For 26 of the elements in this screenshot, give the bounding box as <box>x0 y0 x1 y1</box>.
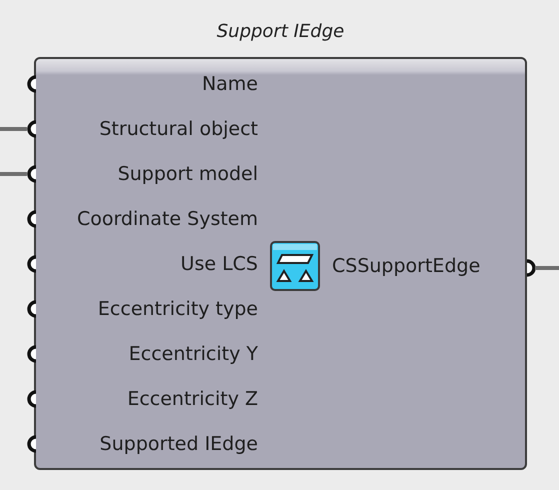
port-icon[interactable] <box>26 434 38 452</box>
component-title: Support IEdge <box>216 21 344 42</box>
component-body[interactable] <box>34 57 527 470</box>
port-icon[interactable] <box>26 74 38 92</box>
input-label: Name <box>202 72 258 94</box>
port-icon[interactable] <box>26 254 38 272</box>
input-label: Eccentricity Y <box>128 342 258 364</box>
input-label: Coordinate System <box>76 208 258 230</box>
port-icon[interactable] <box>26 210 38 228</box>
wire <box>535 266 559 270</box>
support-icon <box>270 240 320 290</box>
port-icon[interactable] <box>26 164 38 182</box>
port-icon[interactable] <box>26 120 38 138</box>
wire <box>0 126 27 130</box>
input-label: Supported IEdge <box>100 432 258 454</box>
input-label: Eccentricity type <box>98 298 258 320</box>
port-icon[interactable] <box>26 300 38 318</box>
input-label: Eccentricity Z <box>127 388 258 410</box>
input-label: Support model <box>118 162 258 184</box>
port-icon[interactable] <box>525 258 537 276</box>
wire <box>0 172 27 176</box>
output-label: CSSupportEdge <box>332 254 480 276</box>
input-label: Use LCS <box>180 252 258 274</box>
port-icon[interactable] <box>26 344 38 362</box>
input-label: Structural object <box>99 118 258 140</box>
port-icon[interactable] <box>26 390 38 408</box>
